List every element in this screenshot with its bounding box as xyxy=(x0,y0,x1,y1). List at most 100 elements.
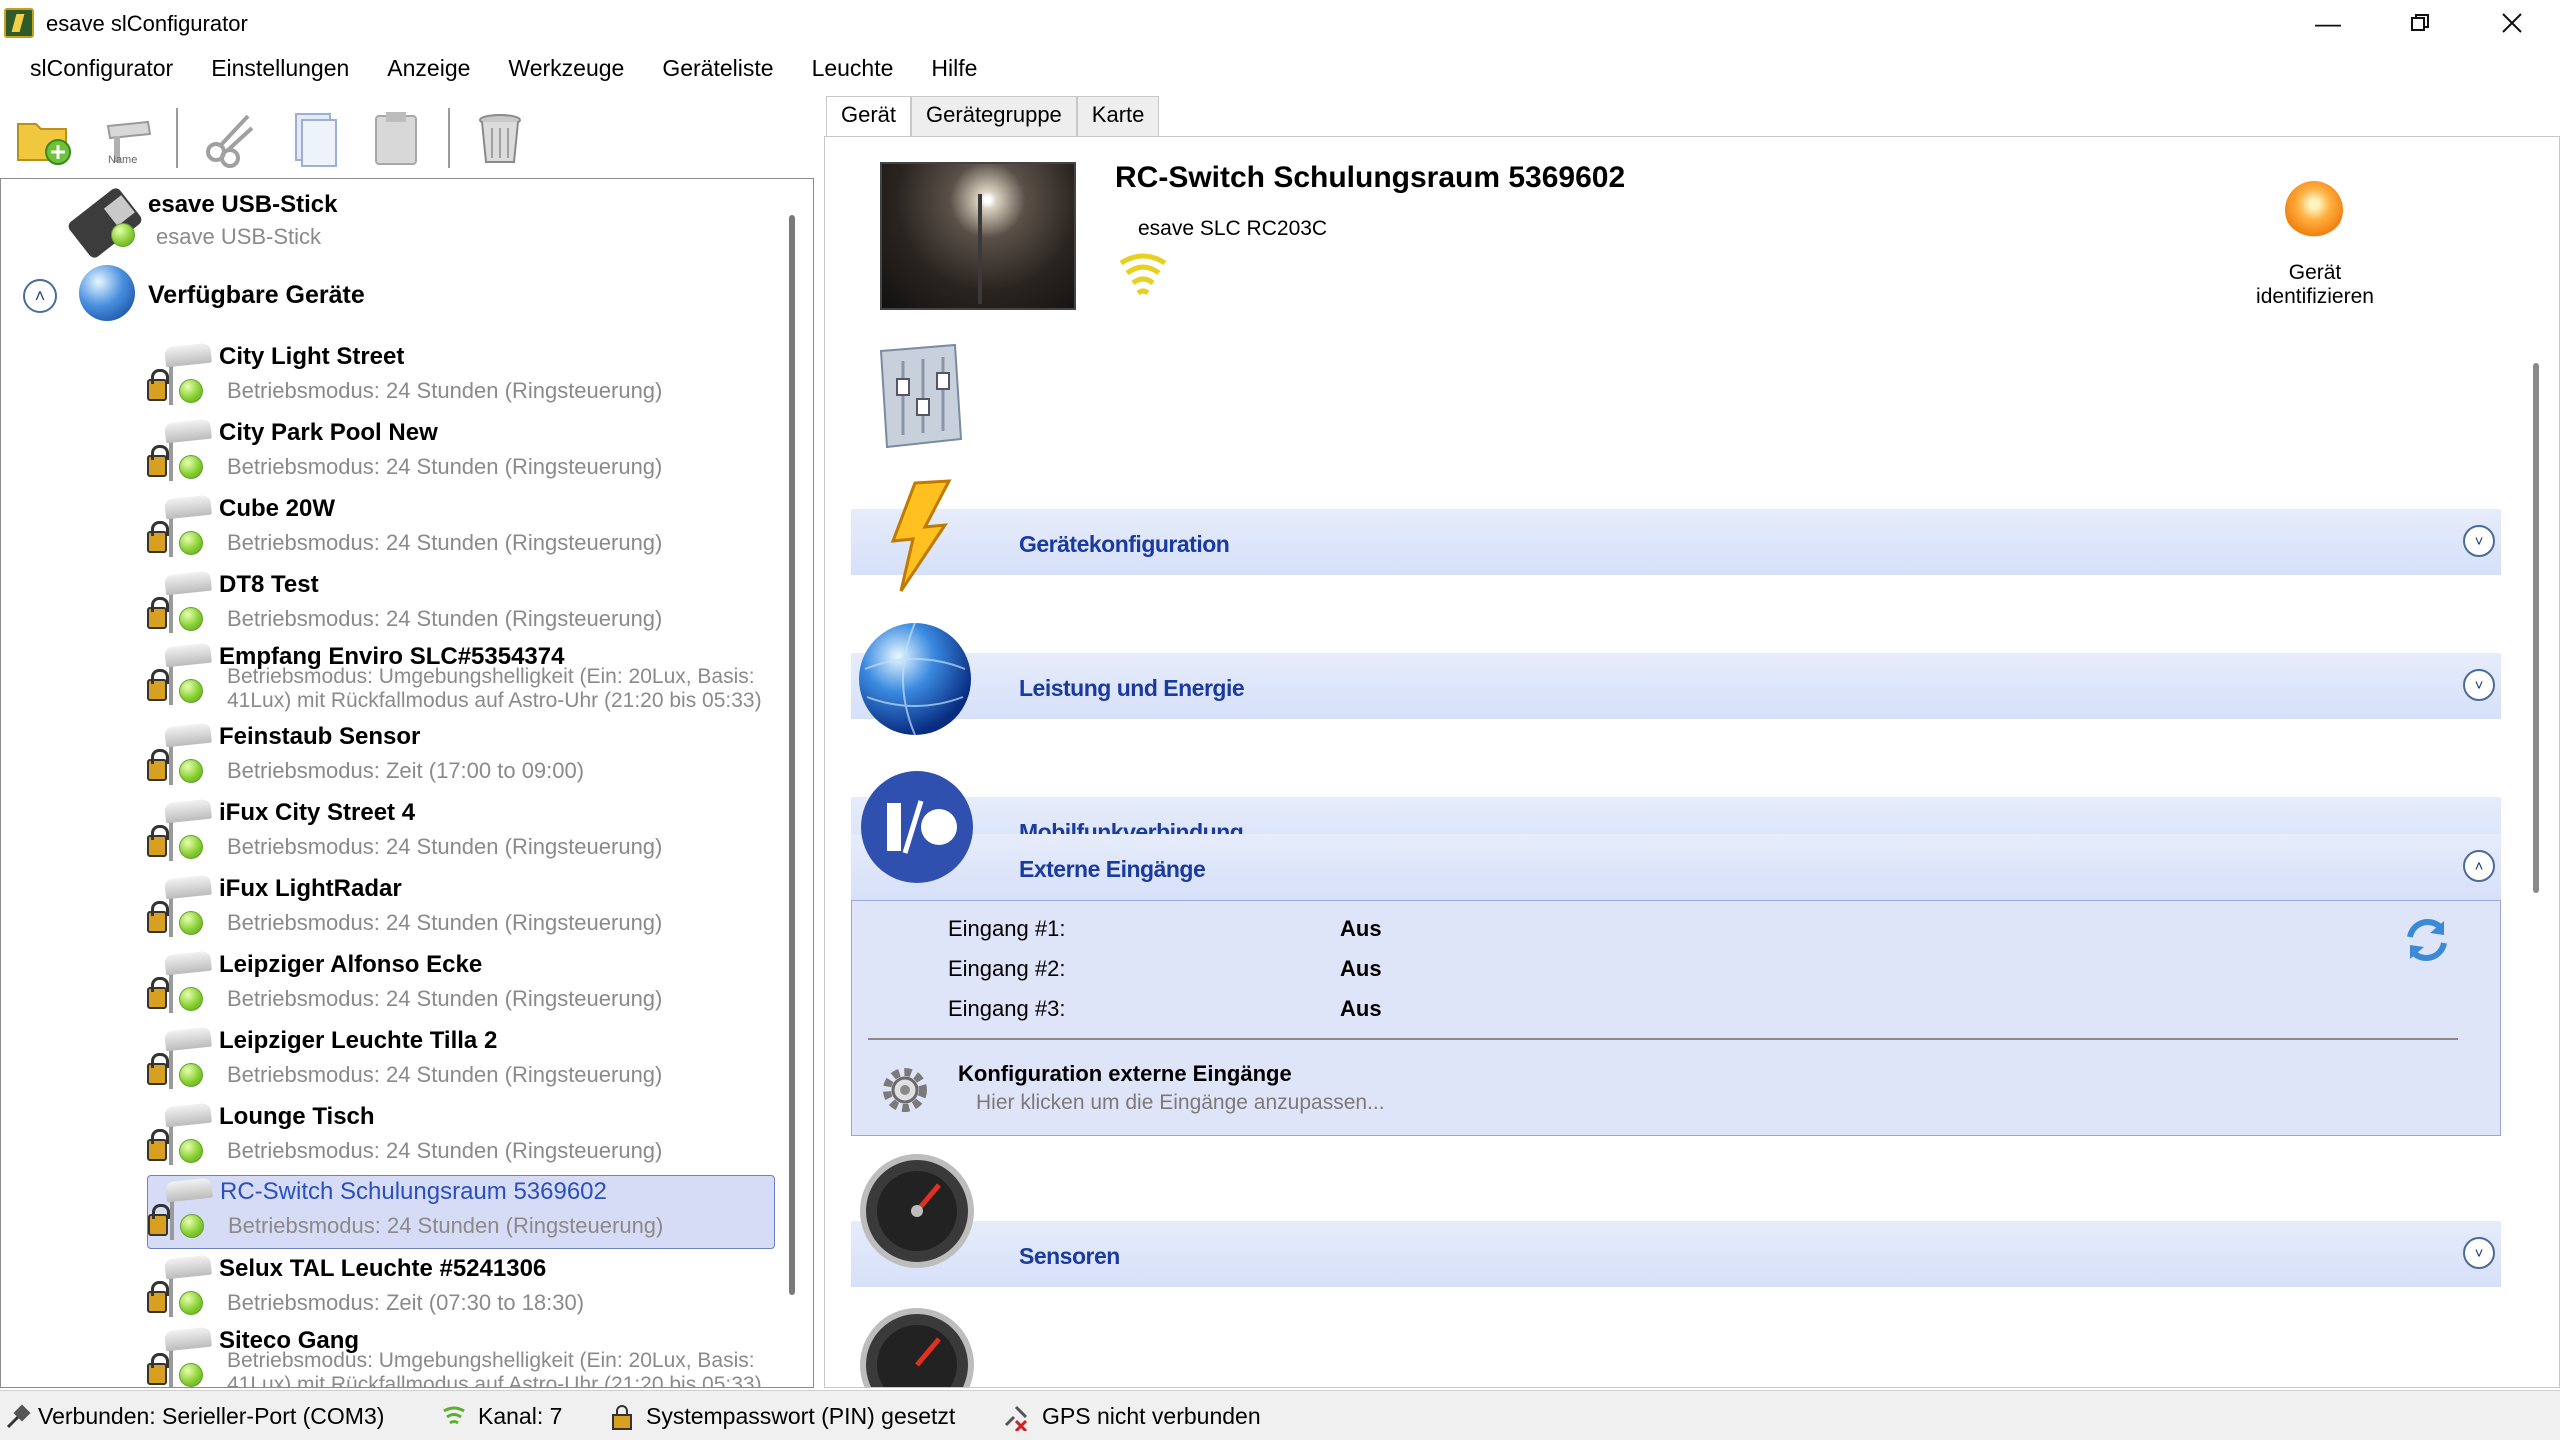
available-devices-title[interactable]: Verfügbare Geräte xyxy=(148,281,365,310)
lamp-icon xyxy=(164,1102,212,1128)
device-mode: Betriebsmodus: 24 Stunden (Ringsteuerung… xyxy=(227,454,663,479)
lamp-icon xyxy=(164,1026,212,1052)
device-list-item[interactable]: City Park Pool New Betriebsmodus: 24 Stun… xyxy=(147,417,775,491)
device-list-item[interactable]: Empfang Enviro SLC#5354374 Betriebsmodus:… xyxy=(147,641,775,715)
configure-inputs-hint[interactable]: Hier klicken um die Eingänge anzupassen.… xyxy=(976,1091,1385,1115)
configure-inputs-link[interactable]: Konfiguration externe Eingänge xyxy=(958,1061,1292,1087)
device-mode: Betriebsmodus: 24 Stunden (Ringsteuerung… xyxy=(227,910,663,935)
device-tree: esave USB-Stick esave USB-Stick ˄ Verfüg… xyxy=(0,178,814,1388)
device-name: City Park Pool New xyxy=(219,419,438,446)
connection-status: Verbunden: Serieller-Port (COM3) xyxy=(38,1403,385,1429)
lock-icon xyxy=(147,1353,169,1385)
plug-icon xyxy=(6,1404,31,1429)
globe-icon xyxy=(859,622,971,736)
window-title: esave slConfigurator xyxy=(46,11,248,36)
menu-einstellungen[interactable]: Einstellungen xyxy=(192,50,368,90)
menu-werkzeuge[interactable]: Werkzeuge xyxy=(489,50,643,90)
lamp-icon xyxy=(164,1326,212,1352)
lamp-icon xyxy=(164,950,212,976)
status-ok-icon xyxy=(179,1139,203,1163)
expand-icon[interactable]: ˅ xyxy=(2463,669,2495,701)
copy-icon xyxy=(295,113,337,167)
input-label: Eingang #2: xyxy=(948,956,1066,981)
collapse-icon[interactable]: ˄ xyxy=(2463,850,2495,882)
status-bar: Verbunden: Serieller-Port (COM3) Kanal: … xyxy=(0,1390,2560,1440)
section-title: Sensoren xyxy=(1019,1243,1120,1269)
device-name: iFux LightRadar xyxy=(219,875,402,902)
bulb-icon[interactable] xyxy=(2285,181,2343,239)
device-list-item[interactable]: Feinstaub Sensor Betriebsmodus: Zeit (17:… xyxy=(147,721,775,795)
device-title: RC-Switch Schulungsraum 5369602 xyxy=(1115,161,1626,194)
device-list-item[interactable]: Lounge Tisch Betriebsmodus: 24 Stunden (R… xyxy=(147,1101,775,1175)
minimize-button[interactable]: — xyxy=(2282,0,2374,46)
copy-button[interactable] xyxy=(280,104,348,172)
section-leistung-und-energie[interactable]: Leistung und Energie ˅ xyxy=(851,653,2501,719)
usb-stick-icon xyxy=(66,185,144,261)
paste-icon xyxy=(375,112,417,165)
status-ok-icon xyxy=(179,987,203,1011)
section-title: Leistung und Energie xyxy=(1019,675,1245,701)
tab-geraetegruppe[interactable]: Gerätegruppe xyxy=(911,96,1077,136)
input-value: Aus xyxy=(1340,996,1382,1021)
status-ok-icon xyxy=(179,911,203,935)
menu-hilfe[interactable]: Hilfe xyxy=(912,50,996,90)
device-list-item[interactable]: City Light Street Betriebsmodus: 24 Stund… xyxy=(147,341,775,415)
lock-icon xyxy=(147,445,169,477)
gps-icon xyxy=(1004,1405,1028,1431)
input-value: Aus xyxy=(1340,956,1382,981)
status-ok-icon xyxy=(179,1291,203,1315)
device-list-item[interactable]: iFux LightRadar Betriebsmodus: 24 Stunden… xyxy=(147,873,775,947)
status-ok-icon xyxy=(179,759,203,783)
input-value: Aus xyxy=(1340,916,1382,941)
gear-icon[interactable] xyxy=(876,1061,934,1119)
device-list-item[interactable]: Selux TAL Leuchte #5241306 Betriebsmodus:… xyxy=(147,1253,775,1327)
title-bar: esave slConfigurator — xyxy=(0,0,2560,46)
device-list-item[interactable]: RC-Switch Schulungsraum 5369602 Betriebsm… xyxy=(147,1175,775,1249)
detail-scrollbar[interactable] xyxy=(2533,363,2539,893)
refresh-icon[interactable] xyxy=(2400,913,2454,967)
device-mode: Betriebsmodus: Umgebungshelligkeit (Ein:… xyxy=(227,1349,762,1388)
device-mode: Betriebsmodus: Zeit (17:00 to 09:00) xyxy=(227,758,585,783)
device-name: Lounge Tisch xyxy=(219,1103,375,1130)
status-ok-icon xyxy=(179,455,203,479)
device-name: Leipziger Alfonso Ecke xyxy=(219,951,483,978)
lock-icon xyxy=(612,1405,632,1430)
section-title: Gerätekonfiguration xyxy=(1019,531,1230,557)
device-list-item[interactable]: DT8 Test Betriebsmodus: 24 Stunden (Rings… xyxy=(147,569,775,643)
cut-button[interactable] xyxy=(196,104,264,172)
tab-geraet[interactable]: Gerät xyxy=(826,96,912,138)
new-folder-button[interactable] xyxy=(10,104,78,172)
device-list-item[interactable]: Siteco Gang Betriebsmodus: Umgebungshelli… xyxy=(147,1325,775,1387)
gauge-icon xyxy=(860,1308,974,1387)
close-button[interactable] xyxy=(2466,0,2558,46)
section-geraetekonfiguration[interactable]: Gerätekonfiguration ˅ xyxy=(851,509,2501,575)
collapse-icon[interactable]: ˄ xyxy=(23,279,57,313)
lamp-icon xyxy=(164,642,212,668)
device-list-item[interactable]: Cube 20W Betriebsmodus: 24 Stunden (Rings… xyxy=(147,493,775,567)
expand-icon[interactable]: ˅ xyxy=(2463,525,2495,557)
wifi-signal-icon xyxy=(1119,253,1167,296)
delete-button[interactable] xyxy=(466,104,534,172)
expand-icon[interactable]: ˅ xyxy=(2463,1237,2495,1269)
usb-stick-title[interactable]: esave USB-Stick xyxy=(148,191,337,219)
menu-anzeige[interactable]: Anzeige xyxy=(368,50,489,90)
device-name: DT8 Test xyxy=(219,571,319,598)
password-status: Systempasswort (PIN) gesetzt xyxy=(646,1403,956,1429)
menu-geraeteliste[interactable]: Geräteliste xyxy=(643,50,792,90)
device-list-item[interactable]: iFux City Street 4 Betriebsmodus: 24 Stun… xyxy=(147,797,775,871)
sliders-icon xyxy=(879,343,963,449)
section-externe-eingaenge[interactable]: Externe Eingänge ˄ xyxy=(851,834,2501,900)
paste-button[interactable] xyxy=(362,104,430,172)
menu-slconfigurator[interactable]: slConfigurator xyxy=(0,50,192,90)
device-name: City Light Street xyxy=(219,343,405,370)
menu-leuchte[interactable]: Leuchte xyxy=(793,50,913,90)
lamp-icon xyxy=(164,722,212,748)
tree-scrollbar[interactable] xyxy=(789,215,795,1295)
section-sensoren[interactable]: Sensoren ˅ xyxy=(851,1221,2501,1287)
device-list-item[interactable]: Leipziger Alfonso Ecke Betriebsmodus: 24 … xyxy=(147,949,775,1023)
rename-button[interactable]: Name xyxy=(94,104,162,172)
tab-karte[interactable]: Karte xyxy=(1076,96,1160,136)
restore-button[interactable] xyxy=(2374,0,2466,46)
device-list-item[interactable]: Leipziger Leuchte Tilla 2 Betriebsmodus: … xyxy=(147,1025,775,1099)
identify-device-button[interactable]: Gerät identifizieren xyxy=(2245,261,2385,309)
